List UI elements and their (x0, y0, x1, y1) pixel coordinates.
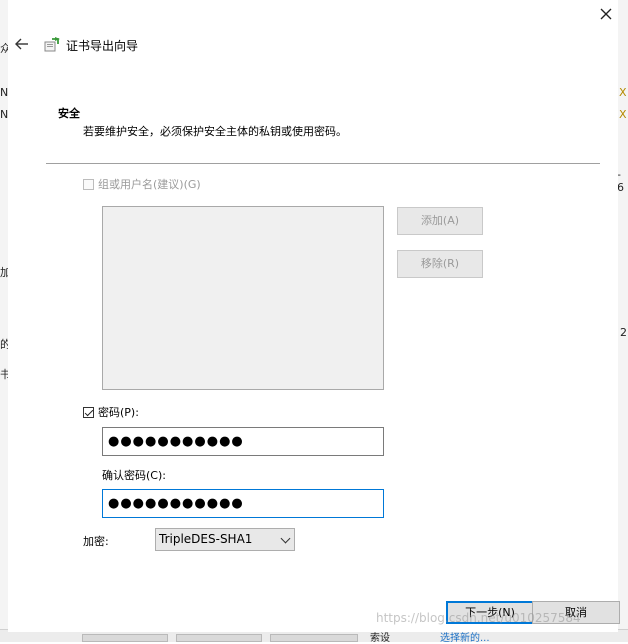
password-input[interactable]: ●●●●●●●●●●● (102, 427, 384, 456)
add-button[interactable]: 添加(A) (397, 207, 483, 235)
group-user-checkbox-label: 组或用户名(建议)(G) (98, 178, 201, 191)
close-icon (600, 8, 612, 20)
group-user-checkbox-row[interactable]: 组或用户名(建议)(G) (83, 176, 201, 192)
wizard-title: 证书导出向导 (66, 39, 139, 53)
encryption-label: 加密: (83, 535, 109, 548)
background-tab (176, 634, 262, 642)
certificate-export-wizard-dialog: 证书导出向导 安全 若要维护安全，必须保护安全主体的私钥或使用密码。 组或用户名… (8, 0, 620, 632)
group-user-listbox[interactable] (102, 206, 384, 390)
background-text: N (0, 86, 9, 99)
back-button[interactable] (14, 36, 32, 54)
password-checkbox-label: 密码(P): (98, 406, 139, 419)
header-divider (46, 163, 600, 164)
remove-button[interactable]: 移除(R) (397, 250, 483, 278)
encryption-select[interactable]: TripleDES-SHA1 (155, 528, 295, 551)
background-text: - 6 (617, 168, 624, 194)
background-text: X (619, 86, 627, 99)
encryption-selected-value: TripleDES-SHA1 (159, 532, 253, 546)
background-text: 2 (620, 326, 627, 339)
close-button[interactable] (596, 4, 616, 24)
chevron-down-icon (280, 533, 291, 544)
background-text: X (619, 108, 627, 121)
confirm-password-label: 确认密码(C): (102, 469, 166, 482)
password-checkbox-row[interactable]: 密码(P): (83, 404, 139, 420)
background-text: N (0, 108, 9, 121)
section-description: 若要维护安全，必须保护安全主体的私钥或使用密码。 (83, 125, 347, 138)
background-tab (82, 634, 168, 642)
confirm-password-input[interactable]: ●●●●●●●●●●● (102, 489, 384, 518)
watermark-text: https://blog.csdn.net/u010257584 (376, 611, 581, 625)
group-user-checkbox[interactable] (83, 178, 94, 190)
arrow-left-icon (15, 38, 28, 50)
background-tab (270, 634, 358, 642)
certificate-wizard-icon (44, 37, 60, 53)
password-checkbox[interactable] (83, 406, 94, 418)
section-title: 安全 (58, 107, 80, 120)
